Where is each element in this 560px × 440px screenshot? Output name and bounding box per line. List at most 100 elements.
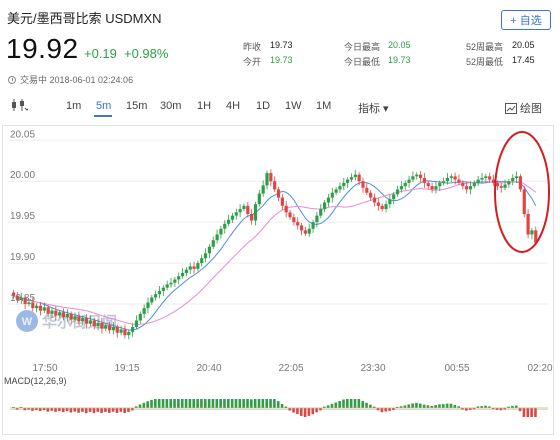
candle-body [369,192,373,198]
candle-body [453,176,457,180]
watermark-logo-letter: W [22,316,33,328]
macd-bar [169,399,173,408]
candle-body [119,329,123,333]
candle-body [184,269,188,273]
macd-bar [107,408,111,413]
candle-body [104,325,108,329]
macd-bar [223,399,226,408]
macd-bar [180,399,184,408]
macd-bar [154,399,157,408]
candle-body [499,186,503,188]
candle-body [73,316,77,320]
macd-bar [338,401,341,408]
macd-bar [261,399,265,408]
candle-body [134,320,139,327]
macd-bar [407,404,411,408]
candle-body [246,205,250,214]
y-tick-label: 20.05 [10,129,35,140]
macd-bar [265,399,269,408]
macd-bar [307,408,311,416]
candle-body [142,308,146,314]
macd-bar [92,408,96,414]
candle-body [399,186,403,190]
candle-body [442,181,446,183]
candle-body [468,186,473,190]
candle-body [200,258,204,264]
candle-body [257,193,261,205]
macd-bar [157,399,161,408]
candle-body [365,187,369,193]
candle-body [342,182,346,187]
candle-body [530,230,534,235]
macd-bar [111,408,115,412]
macd-bar [257,399,261,408]
candle-body [203,253,208,259]
macd-bar [238,399,242,408]
macd-bar [349,399,353,408]
candle-body [511,177,515,182]
candle-body [380,205,384,210]
candle-body [77,316,81,322]
candle-body [438,182,442,187]
candle-body [50,310,54,314]
candle-body [303,230,307,234]
macd-bar [165,399,169,408]
macd-bar [161,399,165,408]
macd-bar [88,408,92,412]
macd-bar [299,408,303,416]
candle-body [207,246,212,254]
candle-body [131,326,135,332]
price-chart: W 华尔街见闻 20.0520.0019.9519.9019.8517:50 19:… [4,129,553,417]
candle-body [480,177,484,180]
candle-body [61,312,66,318]
candle-body [361,181,365,188]
candle-body [507,181,511,185]
candle-body [292,217,296,223]
candle-body [196,263,200,269]
macd-bar [115,408,119,414]
candle-body [54,310,58,316]
candle-body [349,177,354,180]
macd-bar [207,399,211,408]
candle-body [422,177,427,183]
candle-body [357,174,361,182]
ma-line-long [13,181,537,325]
candle-body [96,322,100,327]
macd-bar [200,399,203,408]
candle-body [192,266,196,269]
y-tick-label: 19.85 [10,293,35,304]
candle-body [165,284,169,288]
candle-body [503,184,507,188]
macd-bar [415,402,418,408]
candle-body [307,228,311,234]
candle-body [100,322,104,329]
candle-body [322,202,327,210]
candle-body [111,326,116,331]
candle-body [242,205,246,210]
candle-body [215,234,219,241]
candle-body [227,219,231,224]
candle-body [253,204,258,221]
candle-body [434,186,438,190]
candle-body [169,282,173,285]
candle-body [150,297,154,303]
macd-bar [96,408,100,412]
candle-body [188,266,192,270]
macd-bar [173,399,176,408]
candle-body [273,181,277,190]
macd-bar [119,408,123,412]
candle-body [484,176,488,178]
macd-bar [104,408,107,412]
macd-bar [276,401,280,408]
candle-body [384,204,388,210]
candle-body [407,179,411,183]
macd-bar [234,399,238,408]
macd-bar [146,401,149,408]
candle-body [376,202,380,206]
macd-bar [203,399,207,408]
candle-body [418,174,423,178]
candle-body [107,325,112,331]
macd-bar [296,408,299,415]
macd-bar [219,399,222,408]
candle-body [411,176,415,180]
